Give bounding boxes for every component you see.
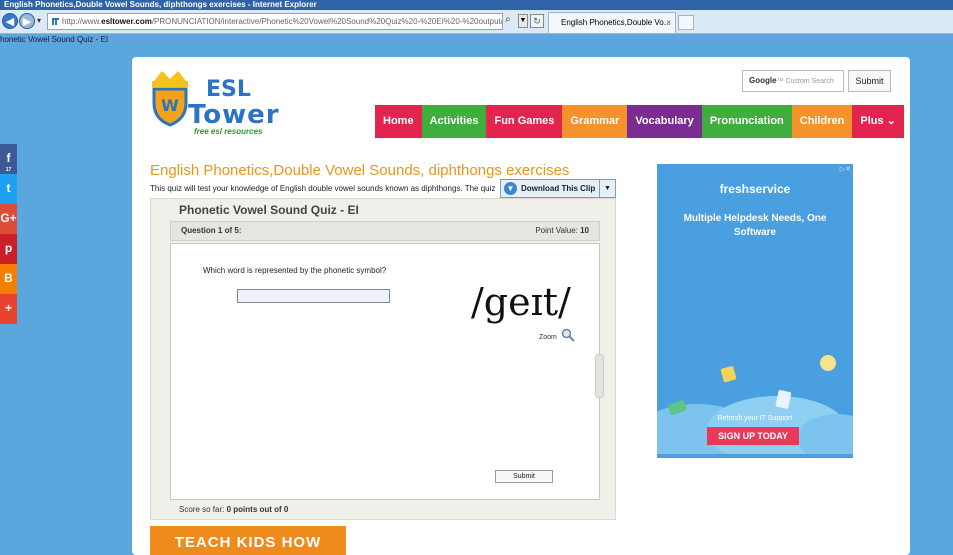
ad-subline: Refresh your IT Support	[717, 415, 793, 422]
zoom-label: Zoom	[539, 334, 557, 341]
card-icon	[668, 400, 687, 416]
nav-item-vocabulary[interactable]: Vocabulary	[627, 105, 702, 138]
share-count: 17	[5, 167, 12, 173]
question-text: Which word is represented by the phoneti…	[203, 266, 387, 275]
ad-banner[interactable]: ▷✕ freshservice Multiple Helpdesk Needs,…	[657, 164, 853, 458]
ad-close-icon[interactable]: ▷✕	[840, 165, 851, 173]
chevron-down-icon[interactable]: ▼	[599, 180, 615, 197]
answer-input[interactable]	[237, 289, 390, 303]
ad-signup-button[interactable]: SIGN UP TODAY	[707, 427, 799, 445]
share-googleplus-button[interactable]: G+	[0, 204, 17, 234]
ticket-icon	[720, 366, 737, 383]
share-blogger-button[interactable]: B	[0, 264, 17, 294]
quiz-submit-button[interactable]: Submit	[495, 470, 553, 483]
window-title: English Phonetics,Double Vowel Sounds, d…	[4, 0, 317, 9]
question-counter: Question 1 of 5:	[181, 226, 242, 235]
magnifier-icon[interactable]	[561, 328, 575, 342]
nav-item-grammar[interactable]: Grammar	[562, 105, 628, 138]
download-icon: ▼	[504, 182, 517, 195]
point-value-number: 10	[580, 226, 589, 235]
window-titlebar: English Phonetics,Double Vowel Sounds, d…	[0, 0, 953, 10]
resize-handle[interactable]	[595, 354, 604, 398]
url-prefix: http://www.	[62, 17, 102, 26]
site-search-input[interactable]: Google™ Custom Search	[742, 70, 844, 92]
quiz-panel: Phonetic Vowel Sound Quiz - EI Question …	[150, 198, 616, 520]
search-icon[interactable]: ⌕	[505, 14, 511, 25]
logo-line2: Tower	[188, 100, 280, 130]
site-logo[interactable]: W ESL Tower free esl resources	[148, 65, 288, 145]
score-value: 0 points out of 0	[226, 505, 289, 514]
svg-text:W: W	[161, 96, 179, 115]
refresh-icon[interactable]: ↻	[530, 14, 544, 28]
tab-label: English Phonetics,Double Vo...	[561, 18, 671, 27]
share-twitter-button[interactable]: t	[0, 174, 17, 204]
twitter-icon: t	[6, 181, 11, 195]
question-bar: Question 1 of 5: Point Value: 10	[170, 221, 600, 241]
nav-item-plus[interactable]: Plus ⌄	[852, 105, 904, 138]
question-panel: Which word is represented by the phoneti…	[170, 243, 604, 500]
browser-tab[interactable]: English Phonetics,Double Vo... ×	[548, 12, 676, 33]
blogger-icon: B	[4, 271, 13, 285]
ad-brand: freshservice	[719, 182, 791, 196]
nav-item-children[interactable]: Children	[791, 105, 853, 138]
site-favicon-icon	[52, 18, 59, 25]
quiz-title: Phonetic Vowel Sound Quiz - EI	[179, 203, 359, 217]
page-title-label: honetic Vowel Sound Quiz - EI	[0, 35, 109, 44]
nav-item-home[interactable]: Home	[375, 105, 422, 138]
back-button[interactable]: ◀	[2, 13, 18, 29]
share-facebook-button[interactable]: f 17	[0, 144, 17, 174]
intro-text: This quiz will test your knowledge of En…	[150, 184, 496, 193]
share-pinterest-button[interactable]: p	[0, 234, 17, 264]
point-value-label: Point Value:	[535, 226, 578, 235]
point-value: Point Value: 10	[535, 222, 589, 240]
pinterest-icon: p	[4, 241, 13, 255]
url-field[interactable]: http://www.esltower.com/PRONUNCIATION/in…	[47, 13, 503, 30]
new-tab-button[interactable]	[678, 15, 694, 30]
nav-item-activities[interactable]: Activities	[421, 105, 487, 138]
url-domain: esltower.com	[101, 17, 152, 26]
facebook-icon: f	[6, 151, 11, 165]
teach-kids-banner[interactable]: TEACH KIDS HOW	[150, 526, 346, 555]
ad-headline: Multiple Helpdesk Needs, One Software	[683, 213, 827, 238]
score-display: Score so far: 0 points out of 0	[179, 505, 288, 514]
download-clip-button[interactable]: ▼ Download This Clip ▼	[500, 179, 616, 198]
share-more-button[interactable]: +	[0, 294, 17, 324]
chart-card-icon	[775, 390, 792, 409]
url-path: /PRONUNCIATION/interactive/Phonetic%20Vo…	[151, 17, 503, 26]
nav-item-pronunciation[interactable]: Pronunciation	[701, 105, 792, 138]
star-badge-icon	[820, 355, 836, 371]
forward-button[interactable]: ▶	[19, 13, 35, 29]
logo-line1: ESL	[206, 77, 251, 102]
page-container: W ESL Tower free esl resources Google™ C…	[132, 57, 910, 555]
social-share-bar: f 17 t G+ p B +	[0, 144, 17, 324]
nav-item-fun-games[interactable]: Fun Games	[486, 105, 563, 138]
more-icon: +	[4, 301, 12, 315]
search-submit-button[interactable]: Submit	[848, 70, 891, 92]
main-nav: Home Activities Fun Games Grammar Vocabulary…	[375, 105, 904, 138]
score-label: Score so far:	[179, 505, 225, 514]
search-placeholder: Custom Search	[785, 78, 834, 85]
address-bar-row: ◀ ▶ ▾ http://www.esltower.com/PRONUNCIAT…	[0, 10, 953, 34]
history-dropdown-icon[interactable]: ▾	[37, 16, 41, 25]
tab-close-icon[interactable]: ×	[666, 13, 671, 33]
googleplus-icon: G+	[0, 211, 17, 225]
url-dropdown-button[interactable]: ▼	[518, 14, 528, 28]
page-heading: English Phonetics,Double Vowel Sounds, d…	[150, 162, 570, 179]
google-label: Google	[749, 76, 777, 85]
download-label: Download This Clip	[521, 184, 596, 193]
logo-tagline: free esl resources	[194, 127, 263, 136]
phonetic-symbol: /geɪt/	[471, 280, 571, 324]
